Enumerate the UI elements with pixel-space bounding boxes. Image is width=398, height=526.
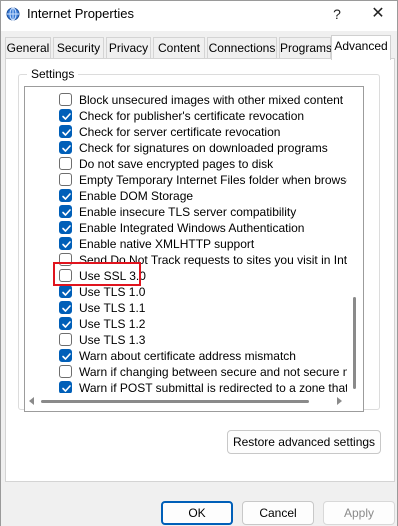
checkbox-unchecked[interactable]: [59, 333, 72, 346]
tab-connections[interactable]: Connections: [207, 37, 277, 59]
settings-option-label: Use TLS 1.2: [79, 317, 146, 331]
settings-option-row[interactable]: Do not save encrypted pages to disk: [25, 156, 347, 172]
settings-group-label: Settings: [27, 67, 79, 81]
checkbox-checked[interactable]: [59, 189, 72, 202]
checkbox-unchecked[interactable]: [59, 365, 72, 378]
checkbox-checked[interactable]: [59, 317, 72, 330]
checkbox-checked[interactable]: [59, 205, 72, 218]
settings-option-row[interactable]: Send Do Not Track requests to sites you …: [25, 252, 347, 268]
settings-option-row[interactable]: Enable native XMLHTTP support: [25, 236, 347, 252]
settings-option-label: Use TLS 1.1: [79, 301, 146, 315]
settings-option-label: Enable native XMLHTTP support: [79, 237, 255, 251]
scroll-right-arrow-icon[interactable]: [337, 397, 342, 405]
checkbox-checked[interactable]: [59, 349, 72, 362]
checkbox-unchecked[interactable]: [59, 269, 72, 282]
vertical-scrollbar[interactable]: [347, 87, 363, 393]
cancel-button[interactable]: Cancel: [242, 501, 314, 525]
settings-option-label: Enable Integrated Windows Authentication: [79, 221, 305, 235]
settings-option-row[interactable]: Block unsecured images with other mixed …: [25, 92, 347, 108]
checkbox-checked[interactable]: [59, 301, 72, 314]
tab-advanced[interactable]: Advanced: [331, 35, 391, 60]
checkbox-unchecked[interactable]: [59, 157, 72, 170]
settings-option-label: Use TLS 1.0: [79, 285, 146, 299]
title-bar: Internet Properties ? ✕: [1, 1, 397, 31]
settings-option-row[interactable]: Use TLS 1.0: [25, 284, 347, 300]
settings-option-row[interactable]: Use TLS 1.1: [25, 300, 347, 316]
settings-option-row[interactable]: Warn if changing between secure and not …: [25, 364, 347, 380]
settings-option-label: Use SSL 3.0: [79, 269, 146, 283]
checkbox-unchecked[interactable]: [59, 253, 72, 266]
checkbox-checked[interactable]: [59, 221, 72, 234]
settings-option-label: Empty Temporary Internet Files folder wh…: [79, 173, 347, 187]
checkbox-unchecked[interactable]: [59, 173, 72, 186]
internet-globe-icon: [6, 7, 20, 21]
settings-option-label: Block unsecured images with other mixed …: [79, 93, 344, 107]
ok-button[interactable]: OK: [161, 501, 233, 525]
window-title: Internet Properties: [27, 6, 134, 21]
settings-option-row[interactable]: Use TLS 1.3: [25, 332, 347, 348]
settings-option-label: Do not save encrypted pages to disk: [79, 157, 274, 171]
checkbox-unchecked[interactable]: [59, 93, 72, 106]
checkbox-checked[interactable]: [59, 109, 72, 122]
tab-security[interactable]: Security: [53, 37, 104, 59]
settings-list[interactable]: Block unsecured images with other mixed …: [24, 86, 364, 412]
tab-content[interactable]: Content: [153, 37, 205, 59]
tab-strip: General Security Privacy Content Connect…: [5, 35, 395, 60]
checkbox-checked[interactable]: [59, 125, 72, 138]
checkbox-checked[interactable]: [59, 237, 72, 250]
settings-option-row[interactable]: Enable DOM Storage: [25, 188, 347, 204]
settings-option-row[interactable]: Enable Integrated Windows Authentication: [25, 220, 347, 236]
settings-option-row[interactable]: Check for publisher's certificate revoca…: [25, 108, 347, 124]
settings-option-label: Enable insecure TLS server compatibility: [79, 205, 297, 219]
scroll-left-arrow-icon[interactable]: [29, 397, 34, 405]
help-button[interactable]: ?: [323, 3, 351, 27]
close-button[interactable]: ✕: [363, 3, 393, 27]
dialog-footer: OK Cancel Apply: [1, 489, 397, 526]
vertical-scroll-thumb[interactable]: [353, 297, 356, 389]
horizontal-scroll-thumb[interactable]: [41, 400, 309, 403]
settings-option-label: Check for signatures on downloaded progr…: [79, 141, 328, 155]
settings-option-row[interactable]: Check for signatures on downloaded progr…: [25, 140, 347, 156]
settings-option-row[interactable]: Check for server certificate revocation: [25, 124, 347, 140]
settings-option-row[interactable]: Enable insecure TLS server compatibility: [25, 204, 347, 220]
settings-option-row[interactable]: Warn about certificate address mismatch: [25, 348, 347, 364]
settings-option-row[interactable]: Use SSL 3.0: [25, 268, 347, 284]
horizontal-scrollbar[interactable]: [25, 393, 363, 411]
tab-general[interactable]: General: [5, 37, 51, 59]
settings-option-row[interactable]: Use TLS 1.2: [25, 316, 347, 332]
settings-option-label: Warn about certificate address mismatch: [79, 349, 296, 363]
settings-option-label: Enable DOM Storage: [79, 189, 194, 203]
tab-programs[interactable]: Programs: [279, 37, 332, 59]
settings-option-label: Check for publisher's certificate revoca…: [79, 109, 305, 123]
settings-option-label: Use TLS 1.3: [79, 333, 146, 347]
advanced-tab-panel: Settings Block unsecured images with oth…: [5, 58, 395, 482]
settings-option-label: Check for server certificate revocation: [79, 125, 281, 139]
internet-properties-window: Internet Properties ? ✕ General Security…: [0, 0, 398, 526]
tab-privacy[interactable]: Privacy: [106, 37, 151, 59]
settings-option-row[interactable]: Empty Temporary Internet Files folder wh…: [25, 172, 347, 188]
settings-option-label: Send Do Not Track requests to sites you …: [79, 253, 347, 267]
checkbox-checked[interactable]: [59, 141, 72, 154]
checkbox-checked[interactable]: [59, 285, 72, 298]
apply-button[interactable]: Apply: [323, 501, 395, 525]
restore-advanced-settings-button[interactable]: Restore advanced settings: [227, 430, 381, 454]
settings-option-label: Warn if changing between secure and not …: [79, 365, 347, 379]
